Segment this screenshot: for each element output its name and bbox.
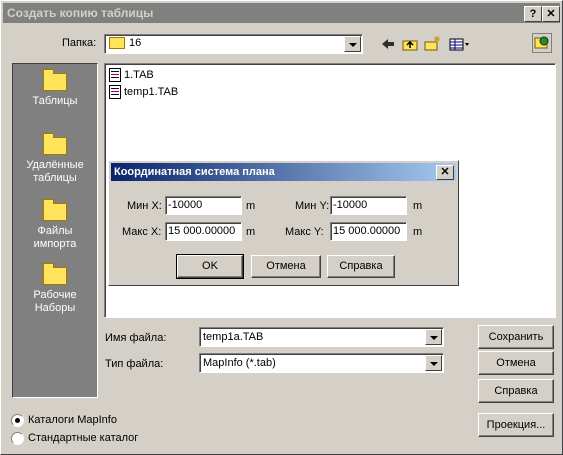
place-import-files[interactable]: Файлы импорта: [13, 199, 97, 251]
filetype-combo[interactable]: MapInfo (*.tab): [199, 353, 444, 373]
coord-dialog-title: Координатная система плана: [114, 166, 275, 178]
max-x-label: Макс X:: [122, 226, 162, 238]
lookin-label-text: Папка:: [62, 37, 97, 49]
max-y-label: Макс Y:: [285, 226, 324, 238]
coord-system-dialog: Координатная система плана ✕ Мин X: -100…: [108, 160, 459, 286]
lookin-label: Папка:: [62, 37, 96, 49]
min-x-label: Мин X:: [127, 200, 162, 212]
place-label: Файлы: [37, 225, 73, 237]
place-label-line2: таблицы: [33, 172, 77, 184]
lookin-combo[interactable]: 16: [104, 34, 363, 54]
max-x-value: 15 000.00000: [168, 225, 236, 237]
place-remote-tables[interactable]: Удалённые таблицы: [13, 133, 97, 185]
help-title-button[interactable]: ?: [524, 6, 542, 22]
place-label-line2: импорта: [33, 238, 77, 250]
title-bar[interactable]: Создать копию таблицы ? ✕: [3, 3, 560, 23]
place-workspaces[interactable]: Рабочие Наборы: [13, 263, 97, 315]
folder-icon: [43, 133, 67, 155]
projection-button[interactable]: Проекция...: [478, 413, 554, 437]
filename-dropdown-arrow[interactable]: [425, 329, 442, 345]
lookin-dropdown-arrow[interactable]: [344, 36, 361, 52]
max-y-unit: m: [413, 226, 423, 238]
close-title-button[interactable]: ✕: [542, 6, 560, 22]
place-label-line2: Наборы: [34, 302, 76, 314]
folder-icon: [43, 69, 67, 91]
list-item[interactable]: temp1.TAB: [109, 85, 178, 99]
help-button[interactable]: Справка: [478, 379, 554, 403]
up-folder-icon[interactable]: [401, 35, 419, 53]
min-x-unit: m: [246, 200, 256, 212]
radio-standard-folders[interactable]: [11, 432, 24, 445]
min-y-unit: m: [413, 200, 423, 212]
table-file-icon: [109, 85, 121, 99]
max-y-field[interactable]: 15 000.00000: [330, 222, 407, 241]
radio-standard-label: Стандартные каталог: [28, 432, 139, 444]
coord-ok-button[interactable]: OK: [176, 254, 244, 279]
places-bar: Таблицы Удалённые таблицы Файлы импорта …: [12, 63, 98, 398]
view-menu-icon[interactable]: [448, 35, 472, 53]
coord-help-button[interactable]: Справка: [327, 255, 395, 278]
table-file-icon: [109, 68, 121, 82]
min-y-label: Мин Y:: [295, 200, 330, 212]
lookin-value: 16: [109, 37, 142, 50]
folder-icon: [109, 37, 125, 50]
new-folder-icon[interactable]: [423, 35, 441, 53]
place-label: Таблицы: [32, 95, 78, 107]
file-name: temp1.TAB: [124, 85, 179, 98]
filetype-dropdown-arrow[interactable]: [425, 355, 442, 371]
max-y-value: 15 000.00000: [333, 225, 401, 237]
folder-icon: [43, 263, 67, 285]
min-y-value: -10000: [333, 199, 368, 211]
list-item[interactable]: 1.TAB: [109, 68, 154, 82]
coord-dialog-title-bar[interactable]: Координатная система плана ✕: [111, 163, 456, 181]
cancel-button[interactable]: Отмена: [478, 351, 554, 375]
save-copy-dialog: Создать копию таблицы ? ✕ Папка: 16 Табл…: [0, 0, 563, 455]
back-icon[interactable]: [379, 35, 397, 53]
window-title: Создать копию таблицы: [7, 6, 154, 20]
filename-label: Имя файла:: [105, 332, 167, 344]
save-button[interactable]: Сохранить: [478, 325, 554, 349]
filetype-value: MapInfo (*.tab): [203, 357, 276, 369]
max-x-unit: m: [246, 226, 256, 238]
folder-icon: [43, 199, 67, 221]
lookin-value-text: 16: [129, 37, 142, 49]
mapinfo-tool-icon[interactable]: [532, 33, 552, 53]
filetype-label: Тип файла:: [105, 358, 164, 370]
min-x-value: -10000: [168, 199, 203, 211]
place-tables[interactable]: Таблицы: [13, 69, 97, 108]
filename-combo[interactable]: temp1a.TAB: [199, 327, 444, 347]
max-x-field[interactable]: 15 000.00000: [165, 222, 242, 241]
place-label: Удалённые: [26, 159, 84, 171]
radio-mapinfo-label: Каталоги MapInfo: [28, 414, 117, 426]
filename-value: temp1a.TAB: [203, 331, 264, 343]
file-name: 1.TAB: [124, 68, 154, 81]
coord-cancel-button[interactable]: Отмена: [251, 255, 321, 278]
place-label: Рабочие: [33, 289, 77, 301]
coord-dialog-close-button[interactable]: ✕: [436, 165, 454, 180]
min-x-field[interactable]: -10000: [165, 196, 242, 215]
min-y-field[interactable]: -10000: [330, 196, 407, 215]
radio-mapinfo-folders[interactable]: [11, 414, 24, 427]
